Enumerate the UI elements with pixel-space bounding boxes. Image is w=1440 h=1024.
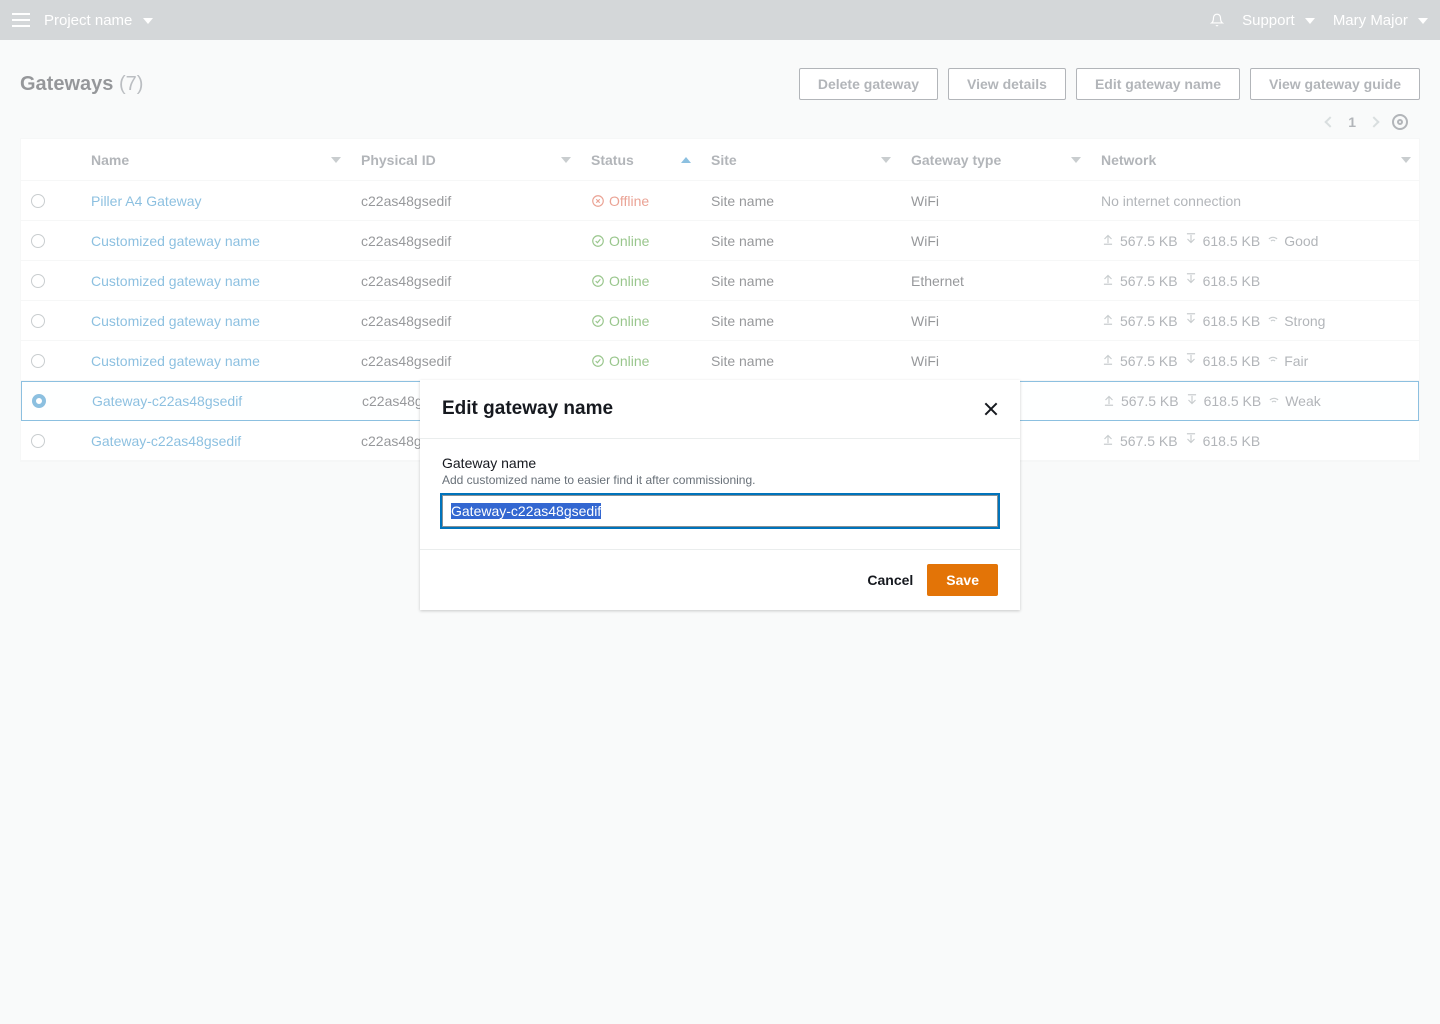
close-icon bbox=[984, 402, 998, 416]
gateway-name-input[interactable] bbox=[442, 495, 998, 527]
cancel-button[interactable]: Cancel bbox=[867, 572, 913, 588]
save-button[interactable]: Save bbox=[927, 564, 998, 596]
close-button[interactable] bbox=[984, 402, 998, 416]
gateway-name-help: Add customized name to easier find it af… bbox=[442, 473, 998, 487]
gateway-name-label: Gateway name bbox=[442, 455, 998, 471]
modal-backdrop: Edit gateway name Gateway name Add custo… bbox=[0, 0, 1440, 1024]
edit-gateway-name-modal: Edit gateway name Gateway name Add custo… bbox=[420, 380, 1020, 610]
modal-title: Edit gateway name bbox=[442, 398, 613, 420]
